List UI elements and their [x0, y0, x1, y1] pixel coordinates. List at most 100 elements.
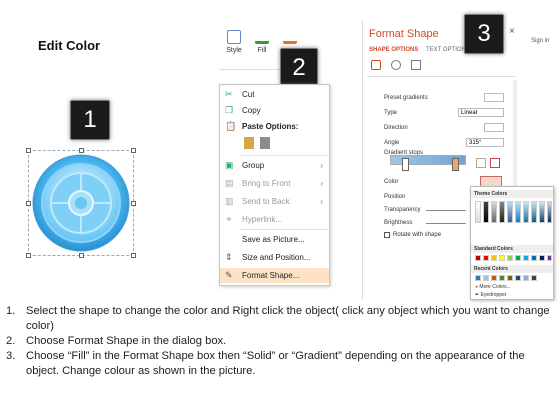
menu-item-hyperlink[interactable]: ⚭ Hyperlink...: [220, 212, 329, 227]
shape-outline-button[interactable]: [279, 30, 301, 47]
recent-swatch[interactable]: [531, 275, 537, 281]
type-label: Type: [384, 110, 398, 116]
eyedropper-link[interactable]: ✒ Eyedropper: [475, 292, 506, 298]
bring-to-front-icon: ▤: [225, 178, 234, 188]
direction-label: Direction: [384, 125, 408, 131]
chevron-right-icon: ›: [320, 197, 323, 206]
theme-swatch[interactable]: [523, 201, 529, 223]
size-properties-icon[interactable]: [411, 60, 421, 70]
standard-swatch[interactable]: [523, 255, 529, 261]
tab-shape-options[interactable]: SHAPE OPTIONS: [369, 47, 418, 53]
transparency-label: Transparency: [384, 207, 421, 213]
theme-swatch[interactable]: [531, 201, 537, 223]
rotate-with-shape-label: Rotate with shape: [393, 232, 442, 238]
angle-input[interactable]: 315°: [466, 138, 504, 147]
pane-title: Format Shape: [369, 28, 439, 40]
menu-item-label: Paste Options:: [242, 122, 299, 131]
shape-style-button[interactable]: Style: [223, 30, 245, 54]
selected-shape[interactable]: [26, 148, 136, 258]
recent-swatch[interactable]: [483, 275, 489, 281]
more-colors-label: More Colors...: [479, 284, 511, 290]
standard-colors-header: Standard Colors: [471, 245, 553, 253]
menu-item-label: Save as Picture...: [242, 235, 305, 244]
menu-item-size-and-position[interactable]: ⇕ Size and Position...: [220, 250, 329, 265]
gradient-stop-handle[interactable]: [402, 158, 409, 171]
gradient-stop-handle[interactable]: [452, 158, 459, 171]
scissors-icon: ✂: [225, 89, 233, 99]
theme-swatch[interactable]: [539, 201, 545, 223]
recent-swatch[interactable]: [475, 275, 481, 281]
transparency-slider[interactable]: [426, 210, 466, 211]
position-label: Position: [384, 194, 406, 200]
recent-swatch[interactable]: [507, 275, 513, 281]
theme-swatch[interactable]: [507, 201, 513, 223]
blue-wheel-graphic: [32, 154, 130, 252]
eyedropper-label: Eyedropper: [480, 292, 507, 298]
theme-swatch[interactable]: [491, 201, 497, 223]
pen-icon: [283, 30, 297, 44]
slide-title: Edit Color: [38, 38, 101, 53]
rotate-with-shape-checkbox[interactable]: [384, 232, 390, 238]
clipboard-icon: 📋: [225, 121, 237, 131]
standard-swatch[interactable]: [499, 255, 505, 261]
color-label: Color: [384, 179, 399, 185]
step-badge-2: 2: [280, 48, 318, 86]
menu-item-send-to-back[interactable]: ▥ Send to Back ›: [220, 194, 329, 209]
close-icon[interactable]: ×: [509, 26, 515, 37]
recent-swatch[interactable]: [491, 275, 497, 281]
theme-swatch[interactable]: [499, 201, 505, 223]
theme-swatch[interactable]: [515, 201, 521, 223]
instruction-text: Choose “Fill” in the Format Shape box th…: [26, 350, 525, 377]
theme-swatch[interactable]: [475, 201, 481, 223]
hyperlink-icon: ⚭: [225, 214, 233, 224]
size-position-icon: ⇕: [225, 252, 233, 262]
standard-swatch[interactable]: [491, 255, 497, 261]
instruction-step: 3. Choose “Fill” in the Format Shape box …: [6, 349, 552, 379]
standard-swatch[interactable]: [531, 255, 537, 261]
instruction-text: Choose Format Shape in the dialog box.: [26, 335, 227, 347]
recent-swatch[interactable]: [523, 275, 529, 281]
menu-item-cut[interactable]: ✂ Cut: [220, 87, 329, 102]
direction-dropdown[interactable]: [484, 123, 504, 132]
copy-icon: ❐: [225, 105, 234, 115]
menu-item-save-as-picture[interactable]: Save as Picture...: [220, 232, 329, 247]
theme-swatch[interactable]: [483, 201, 489, 223]
context-menu: ✂ Cut ❐ Copy 📋 Paste Options: ▣ Group › ▤ Brin…: [219, 84, 330, 286]
preset-gradients-label: Preset gradients: [384, 95, 428, 101]
remove-stop-icon[interactable]: [490, 158, 500, 168]
instructions-list: 1. Select the shape to change the color a…: [6, 304, 552, 379]
shape-fill-button[interactable]: Fill: [251, 30, 273, 54]
menu-item-bring-to-front[interactable]: ▤ Bring to Front ›: [220, 176, 329, 191]
brightness-label: Brightness: [384, 220, 413, 226]
paste-picture-icon[interactable]: [260, 137, 270, 149]
standard-swatch[interactable]: [475, 255, 481, 261]
step-badge-3: 3: [464, 14, 504, 54]
preset-gradients-dropdown[interactable]: [484, 93, 504, 102]
standard-swatch[interactable]: [539, 255, 545, 261]
theme-swatch[interactable]: [547, 201, 552, 223]
add-stop-icon[interactable]: [476, 158, 486, 168]
recent-swatch[interactable]: [499, 275, 505, 281]
standard-swatch[interactable]: [483, 255, 489, 261]
standard-swatch[interactable]: [507, 255, 513, 261]
instruction-text: Select the shape to change the color and…: [26, 305, 550, 332]
divider: [367, 76, 515, 77]
eyedropper-icon: ✒: [475, 292, 480, 298]
menu-item-format-shape[interactable]: ✎ Format Shape...: [220, 268, 329, 283]
menu-item-label: Bring to Front: [242, 179, 291, 188]
paste-keep-formatting-icon[interactable]: [244, 137, 254, 149]
fill-line-icon[interactable]: [371, 60, 381, 70]
more-colors-link[interactable]: ◕ More Colors...: [475, 284, 511, 290]
standard-swatch[interactable]: [547, 255, 552, 261]
type-select[interactable]: Linear: [458, 108, 504, 117]
menu-item-label: Group: [242, 161, 265, 170]
effects-icon[interactable]: [391, 60, 401, 70]
sign-in-link[interactable]: Sign in: [531, 38, 549, 44]
chevron-right-icon: ›: [320, 179, 323, 188]
brightness-slider[interactable]: [426, 223, 466, 224]
group-icon: ▣: [225, 160, 234, 170]
menu-item-copy[interactable]: ❐ Copy: [220, 103, 329, 118]
menu-item-group[interactable]: ▣ Group ›: [220, 158, 329, 173]
recent-swatch[interactable]: [515, 275, 521, 281]
standard-swatch[interactable]: [515, 255, 521, 261]
